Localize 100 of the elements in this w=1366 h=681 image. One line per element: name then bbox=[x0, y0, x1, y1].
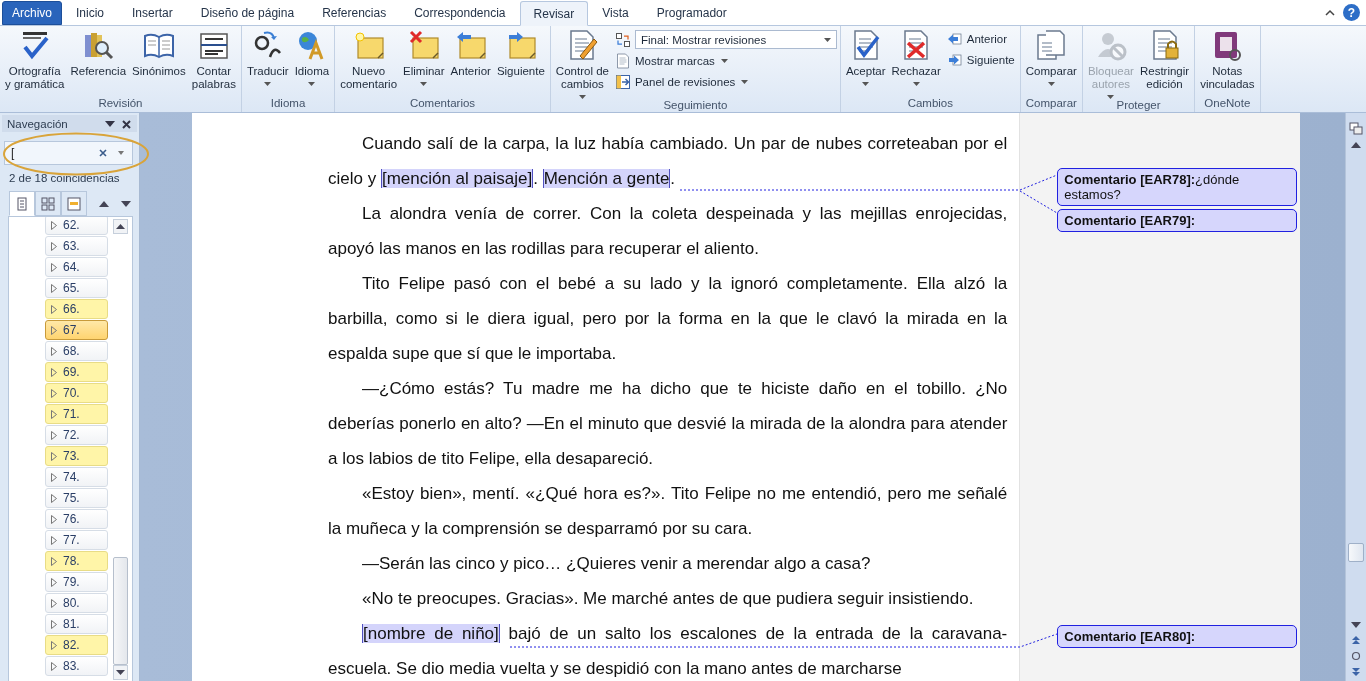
ribbon-tab[interactable]: Correspondencia bbox=[400, 1, 520, 25]
clear-icon[interactable] bbox=[99, 149, 107, 157]
paragraph: —¿Cómo estás? Tu madre me ha dicho que te hiciste daño en el tobillo. ¿No deberías ponerlo en alto? —En el minuto que desvié la mirada de la alondra para atender a los labios de tito Felipe, ella desapareció. bbox=[328, 378, 1008, 470]
collapse-ribbon-icon[interactable] bbox=[1325, 9, 1335, 16]
paragraph: «Estoy bien», mentí. «¿Qué hora es?». Tito Felipe no me entendió, pero me señalé la muñeca y la comprensión se desparramó por su cara. bbox=[328, 483, 1008, 540]
heading-item[interactable]: 79. bbox=[45, 572, 108, 592]
ruler-toggle-icon[interactable] bbox=[1349, 121, 1363, 135]
scroll-up-icon[interactable] bbox=[1350, 141, 1362, 149]
expand-triangle-icon bbox=[51, 619, 57, 629]
ribbon-tab[interactable]: Referencias bbox=[308, 1, 401, 25]
ribbon-tab[interactable]: Programador bbox=[642, 1, 741, 25]
heading-item[interactable]: 74. bbox=[45, 467, 108, 487]
down-triangle-icon[interactable] bbox=[121, 200, 131, 207]
help-button[interactable]: ? bbox=[1343, 4, 1360, 21]
ribbon-button[interactable]: Traducir bbox=[244, 29, 291, 86]
scroll-thumb[interactable] bbox=[113, 557, 128, 665]
ribbon-tab[interactable]: Insertar bbox=[118, 1, 187, 25]
ribbon-button[interactable]: Anterior bbox=[944, 30, 1017, 48]
heading-item[interactable]: 70. bbox=[45, 383, 108, 403]
ribbon-button[interactable]: Aceptar bbox=[843, 29, 888, 86]
heading-item[interactable]: 65. bbox=[45, 278, 108, 298]
ribbon-button[interactable]: Ortografía y gramática bbox=[3, 29, 67, 91]
scroll-thumb[interactable] bbox=[1348, 543, 1364, 562]
scrollbar[interactable] bbox=[1345, 113, 1366, 681]
ribbon-button[interactable]: Contar palabras bbox=[189, 29, 238, 91]
browse-object-icon[interactable] bbox=[1351, 651, 1361, 661]
heading-item[interactable]: 67. bbox=[45, 320, 108, 340]
ribbon-tab[interactable]: Revisar bbox=[519, 1, 589, 26]
ribbon-button[interactable]: Notas vinculadas bbox=[1198, 29, 1257, 91]
expand-triangle-icon bbox=[51, 493, 57, 503]
comment-balloon[interactable]: Comentario [EAR79]: bbox=[1057, 209, 1298, 232]
ribbon-button[interactable]: Rechazar bbox=[889, 29, 943, 86]
heading-item[interactable]: 83. bbox=[45, 656, 108, 676]
ribbon-button[interactable]: Nuevo comentario bbox=[338, 29, 400, 91]
pane-title: Navegación bbox=[7, 118, 69, 130]
group-label: Seguimiento bbox=[662, 99, 729, 112]
heading-item[interactable]: 64. bbox=[45, 257, 108, 277]
expand-triangle-icon bbox=[51, 451, 57, 461]
view-tab[interactable] bbox=[35, 191, 61, 216]
heading-item[interactable]: 75. bbox=[45, 488, 108, 508]
left-arrow-icon bbox=[946, 31, 963, 47]
scroll-up-icon[interactable] bbox=[113, 219, 128, 234]
ribbon-button[interactable]: Mostrar marcas bbox=[612, 52, 837, 70]
heading-item[interactable]: 76. bbox=[45, 509, 108, 529]
heading-item[interactable]: 62. bbox=[45, 217, 108, 235]
ribbon-button[interactable]: Anterior bbox=[448, 29, 493, 78]
view-tab[interactable] bbox=[61, 191, 87, 216]
heading-item[interactable]: 73. bbox=[45, 446, 108, 466]
pane-menu-icon[interactable] bbox=[105, 121, 115, 127]
comment-balloon[interactable]: Comentario [EAR78]:¿dónde estamos? bbox=[1057, 168, 1298, 206]
close-icon[interactable] bbox=[122, 119, 131, 129]
ribbon-tab[interactable]: Inicio bbox=[62, 1, 119, 25]
ribbon-tab[interactable]: Diseño de página bbox=[186, 1, 309, 25]
ribbon-tab[interactable]: Vista bbox=[588, 1, 643, 25]
expand-triangle-icon bbox=[51, 388, 57, 398]
next-page-icon[interactable] bbox=[1351, 667, 1361, 677]
heading-item[interactable]: 77. bbox=[45, 530, 108, 550]
group-label: Idioma bbox=[269, 97, 307, 111]
comment-balloon[interactable]: Comentario [EAR80]: bbox=[1057, 625, 1298, 648]
file-tab[interactable]: Archivo bbox=[2, 1, 62, 25]
heading-item[interactable]: 69. bbox=[45, 362, 108, 382]
ribbon-button[interactable]: Referencia bbox=[68, 29, 129, 78]
expand-triangle-icon bbox=[51, 661, 57, 671]
document-icon bbox=[614, 53, 631, 69]
heading-item[interactable]: 66. bbox=[45, 299, 108, 319]
ribbon-button[interactable]: Siguiente bbox=[944, 51, 1017, 69]
grid-arrows-icon bbox=[614, 31, 631, 48]
heading-item[interactable]: 72. bbox=[45, 425, 108, 445]
display-mode-dropdown[interactable]: Final: Mostrar revisiones bbox=[634, 30, 837, 49]
ribbon-button[interactable]: Restringir edición bbox=[1137, 29, 1192, 91]
heading-item[interactable]: 80. bbox=[45, 593, 108, 613]
ribbon-button[interactable]: Siguiente bbox=[494, 29, 547, 78]
heading-item[interactable]: 71. bbox=[45, 404, 108, 424]
search-field[interactable]: [ bbox=[4, 141, 133, 165]
previous-page-icon[interactable] bbox=[1351, 635, 1361, 645]
ribbon-button[interactable]: Panel de revisiones bbox=[612, 73, 837, 91]
right-arrow-icon bbox=[946, 52, 963, 68]
heading-item[interactable]: 78. bbox=[45, 551, 108, 571]
up-triangle-icon[interactable] bbox=[99, 200, 109, 207]
heading-item[interactable]: 82. bbox=[45, 635, 108, 655]
expand-triangle-icon bbox=[51, 262, 57, 272]
expand-triangle-icon bbox=[51, 598, 57, 608]
caret-icon[interactable] bbox=[118, 151, 124, 155]
expand-triangle-icon bbox=[51, 640, 57, 650]
heading-item[interactable]: 68. bbox=[45, 341, 108, 361]
ribbon-button[interactable]: Idioma bbox=[292, 29, 332, 86]
heading-item[interactable]: 81. bbox=[45, 614, 108, 634]
ribbon-button[interactable]: Sinónimos bbox=[130, 29, 188, 78]
documents-icon bbox=[1035, 29, 1068, 61]
scroll-down-icon[interactable] bbox=[1350, 621, 1362, 629]
expand-triangle-icon bbox=[51, 367, 57, 377]
expand-triangle-icon bbox=[51, 535, 57, 545]
paragraph: [nombre de niño] bajó de un salto los escalones de la entrada de la caravana-escuela. Se dio media vuelta y se despidió con la mano antes de marcharse bbox=[328, 623, 1008, 680]
ribbon-button[interactable]: Control de cambios bbox=[553, 29, 611, 99]
group-label: Cambios bbox=[906, 97, 955, 111]
ribbon-button[interactable]: Eliminar bbox=[401, 29, 447, 86]
ribbon-button[interactable]: Comparar bbox=[1023, 29, 1079, 86]
scroll-down-icon[interactable] bbox=[113, 665, 128, 680]
heading-item[interactable]: 63. bbox=[45, 236, 108, 256]
group-label: OneNote bbox=[1203, 97, 1252, 111]
